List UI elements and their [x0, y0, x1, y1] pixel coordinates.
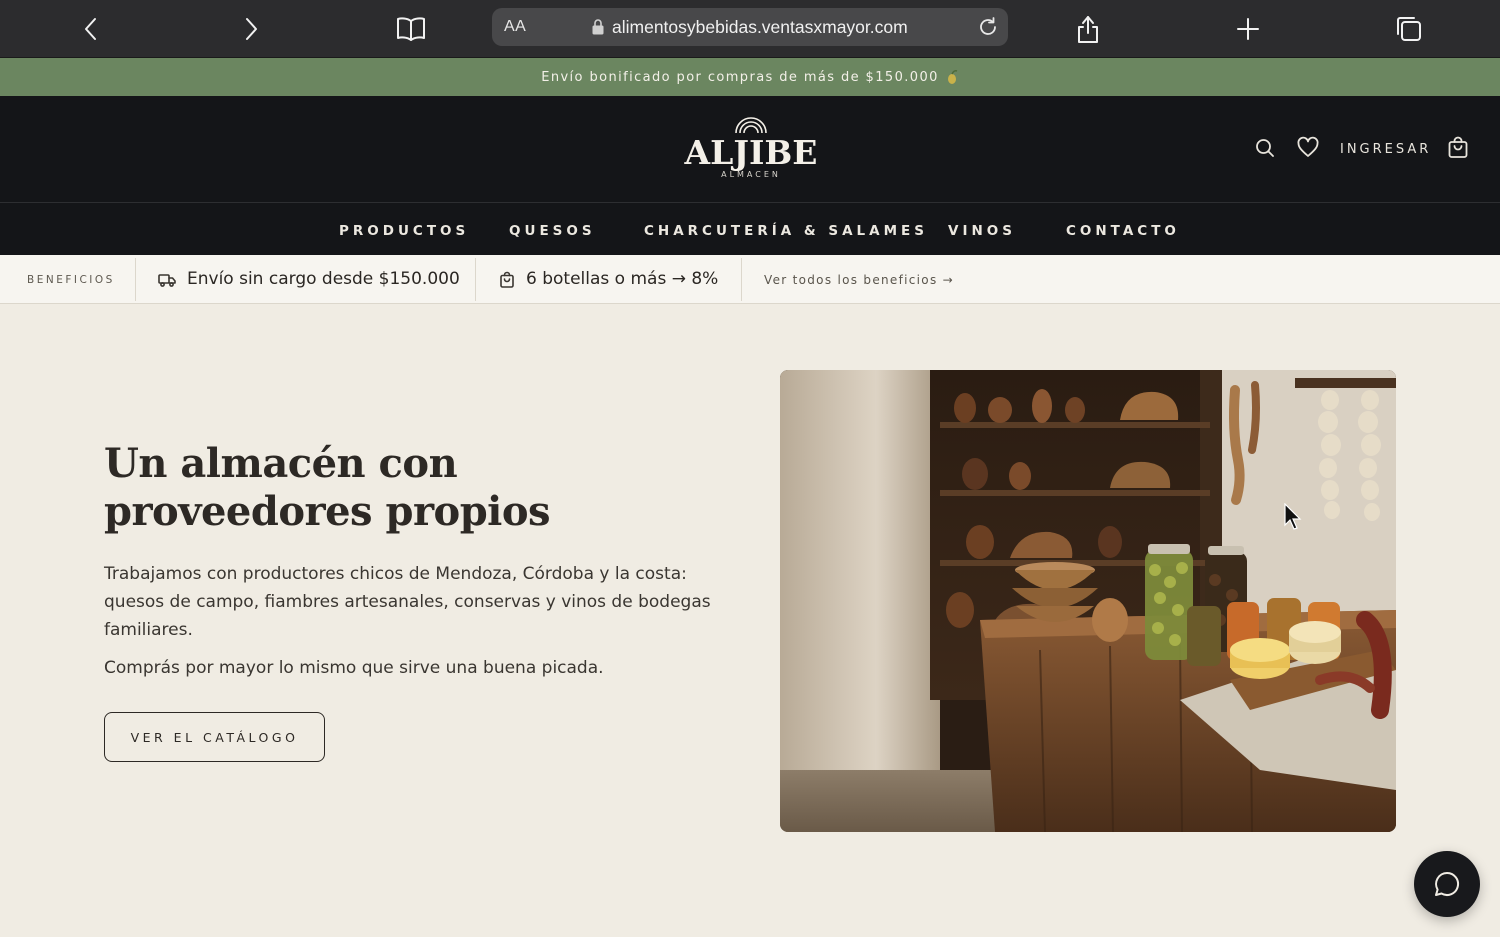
hero-title-line: Un almacén con — [104, 440, 458, 487]
divider — [741, 258, 742, 301]
search-icon[interactable] — [1253, 136, 1277, 160]
olive-icon — [947, 70, 958, 84]
logo[interactable]: ALJIBE ALMACEN — [684, 116, 818, 182]
nav-item-vinos[interactable]: VINOS — [948, 223, 1016, 239]
forward-icon[interactable] — [231, 9, 271, 49]
divider — [135, 258, 136, 301]
login-link[interactable]: INGRESAR — [1340, 142, 1431, 157]
text-size-button[interactable]: AA — [504, 18, 526, 36]
heart-icon[interactable] — [1296, 136, 1320, 160]
site-header: ALJIBE ALMACEN INGRESAR — [0, 96, 1500, 202]
benefit-shipping: Envío sin cargo desde $150.000 — [187, 269, 460, 289]
chat-icon — [1435, 871, 1459, 896]
share-icon[interactable] — [1068, 9, 1108, 49]
benefits-label: BENEFICIOS — [27, 274, 115, 286]
nav-item-quesos[interactable]: QUESOS — [509, 223, 596, 239]
divider — [475, 258, 476, 301]
all-benefits-link[interactable]: Ver todos los beneficios → — [764, 273, 954, 287]
url-text: alimentosybebidas.ventasxmayor.com — [612, 17, 908, 37]
hero-title-line: proveedores propios — [104, 488, 551, 535]
hero-image — [780, 370, 1396, 832]
logo-subtitle: ALMACEN — [721, 170, 781, 179]
logo-arch-icon — [735, 117, 767, 134]
tabs-icon[interactable] — [1389, 9, 1429, 49]
logo-wordmark: ALJIBE — [684, 133, 818, 172]
lock-icon — [592, 19, 604, 35]
announcement-text: Envío bonificado por compras de más de $… — [541, 69, 939, 85]
nav-item-charcuteria[interactable]: CHARCUTERÍA & SALAMES — [644, 223, 928, 239]
hero-tagline: Comprás por mayor lo mismo que sirve una… — [104, 658, 604, 678]
catalog-button[interactable]: VER EL CATÁLOGO — [104, 712, 325, 762]
pantry-illustration — [780, 370, 1396, 832]
truck-icon — [158, 271, 176, 289]
hero-description: Trabajamos con productores chicos de Men… — [104, 564, 711, 640]
announcement-bar: Envío bonificado por compras de más de $… — [0, 58, 1500, 96]
hero-title: Un almacén con proveedores propios — [104, 440, 624, 536]
benefit-bottles: 6 botellas o más → 8% — [526, 269, 719, 289]
address-bar[interactable]: AA alimentosybebidas.ventasxmayor.com — [492, 8, 1008, 46]
benefits-strip: BENEFICIOS Envío sin cargo desde $150.00… — [0, 255, 1500, 304]
nav-item-productos[interactable]: PRODUCTOS — [339, 223, 469, 239]
bookmarks-icon[interactable] — [391, 9, 431, 49]
reload-icon[interactable] — [976, 15, 1000, 39]
browser-toolbar: AA alimentosybebidas.ventasxmayor.com — [0, 0, 1500, 58]
mouse-cursor-icon — [1284, 503, 1302, 530]
nav-item-contacto[interactable]: CONTACTO — [1066, 223, 1180, 239]
new-tab-icon[interactable] — [1228, 9, 1268, 49]
chat-button[interactable] — [1414, 851, 1480, 917]
cart-icon[interactable] — [1446, 136, 1470, 160]
main-nav: PRODUCTOS QUESOS CHARCUTERÍA & SALAMES V… — [0, 202, 1500, 255]
back-icon[interactable] — [71, 9, 111, 49]
bag-icon — [498, 271, 516, 289]
